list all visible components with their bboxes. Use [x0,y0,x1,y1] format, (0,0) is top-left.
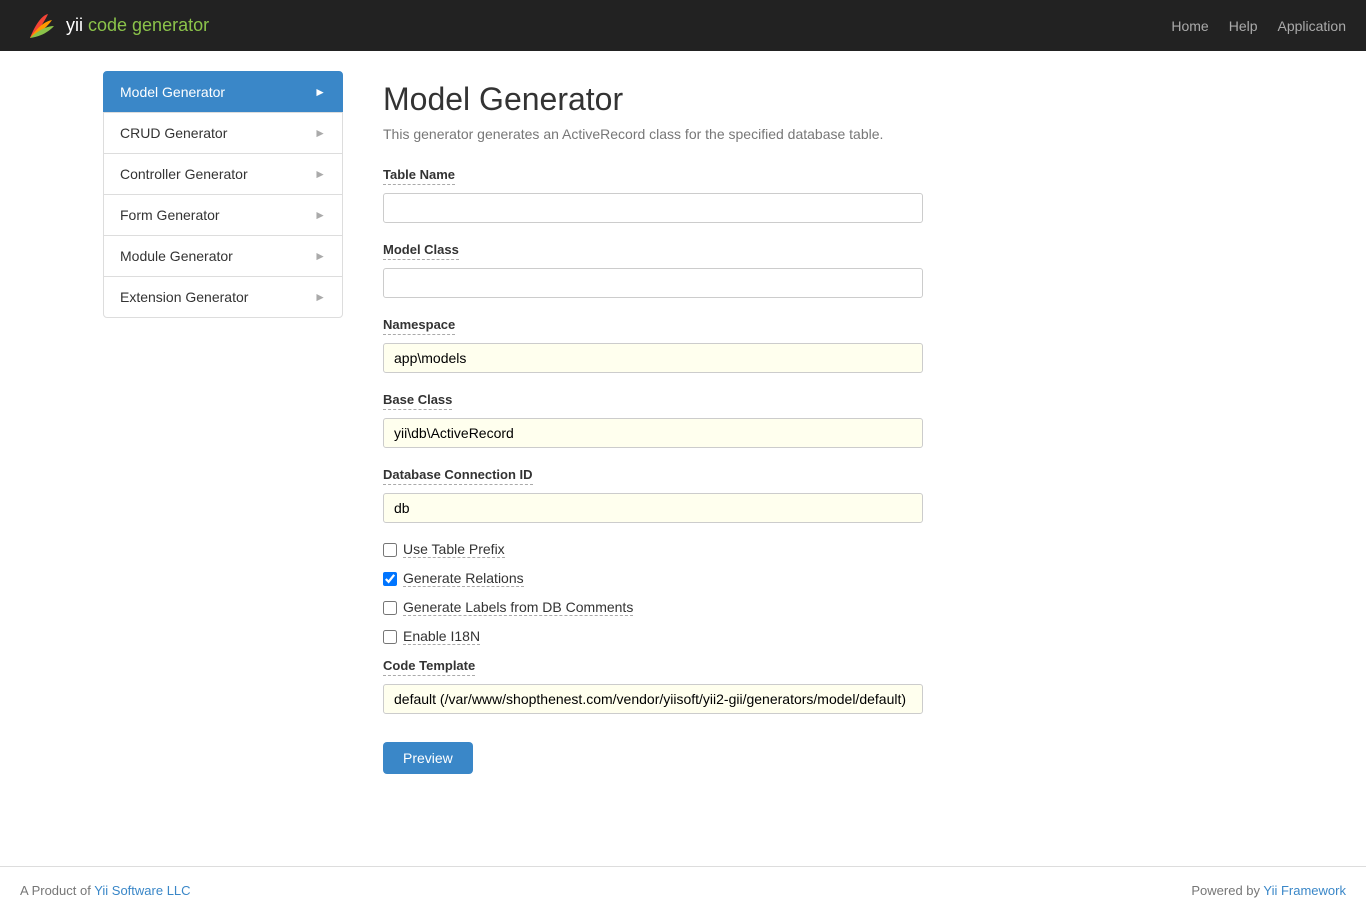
generate-labels-label[interactable]: Generate Labels from DB Comments [403,599,633,616]
use-table-prefix-label[interactable]: Use Table Prefix [403,541,505,558]
generate-relations-label[interactable]: Generate Relations [403,570,524,587]
sidebar-item-extension-generator[interactable]: Extension Generator ► [103,276,343,318]
sidebar-item-form-generator[interactable]: Form Generator ► [103,194,343,236]
db-connection-input[interactable] [383,493,923,523]
db-connection-label: Database Connection ID [383,467,533,485]
footer-right: Powered by Yii Framework [1191,883,1346,898]
chevron-right-icon: ► [314,290,326,304]
nav-item-help[interactable]: Help [1229,18,1258,34]
sidebar-item-crud-generator[interactable]: CRUD Generator ► [103,112,343,154]
generate-relations-checkbox[interactable] [383,572,397,586]
base-class-group: Base Class [383,391,1243,448]
base-class-label: Base Class [383,392,452,410]
footer-left: A Product of Yii Software LLC [20,883,191,898]
namespace-label: Namespace [383,317,455,335]
brand-label: yii code generator [66,15,209,36]
use-table-prefix-group: Use Table Prefix [383,541,1243,558]
yii-logo-icon [20,10,58,42]
namespace-group: Namespace [383,316,1243,373]
page-title: Model Generator [383,81,1243,118]
chevron-right-icon: ► [314,249,326,263]
model-class-label: Model Class [383,242,459,260]
model-class-input[interactable] [383,268,923,298]
table-name-label: Table Name [383,167,455,185]
sidebar: Model Generator ► CRUD Generator ► Contr… [103,71,343,846]
table-name-input[interactable] [383,193,923,223]
sidebar-item-model-generator[interactable]: Model Generator ► [103,71,343,113]
code-template-label: Code Template [383,658,475,676]
footer: A Product of Yii Software LLC Powered by… [0,866,1366,914]
enable-i18n-checkbox[interactable] [383,630,397,644]
model-class-group: Model Class [383,241,1243,298]
use-table-prefix-checkbox[interactable] [383,543,397,557]
navbar-brand[interactable]: yii code generator [20,10,209,42]
sidebar-item-module-generator[interactable]: Module Generator ► [103,235,343,277]
generate-labels-checkbox[interactable] [383,601,397,615]
base-class-input[interactable] [383,418,923,448]
content-area: Model Generator This generator generates… [363,71,1263,846]
chevron-right-icon: ► [314,85,326,99]
enable-i18n-label[interactable]: Enable I18N [403,628,480,645]
code-template-input[interactable] [383,684,923,714]
code-template-group: Code Template [383,657,1243,714]
db-connection-group: Database Connection ID [383,466,1243,523]
page-description: This generator generates an ActiveRecord… [383,126,1243,142]
sidebar-item-controller-generator[interactable]: Controller Generator ► [103,153,343,195]
chevron-right-icon: ► [314,167,326,181]
footer-yii-software-link[interactable]: Yii Software LLC [94,883,190,898]
enable-i18n-group: Enable I18N [383,628,1243,645]
main-container: Model Generator ► CRUD Generator ► Contr… [83,51,1283,866]
chevron-right-icon: ► [314,208,326,222]
navbar: yii code generator Home Help Application [0,0,1366,51]
chevron-right-icon: ► [314,126,326,140]
nav-item-application[interactable]: Application [1278,18,1347,34]
nav-item-home[interactable]: Home [1171,18,1208,34]
table-name-group: Table Name [383,166,1243,223]
footer-yii-framework-link[interactable]: Yii Framework [1263,883,1346,898]
namespace-input[interactable] [383,343,923,373]
navbar-nav: Home Help Application [1171,18,1346,34]
generate-labels-group: Generate Labels from DB Comments [383,599,1243,616]
generate-relations-group: Generate Relations [383,570,1243,587]
preview-button[interactable]: Preview [383,742,473,774]
